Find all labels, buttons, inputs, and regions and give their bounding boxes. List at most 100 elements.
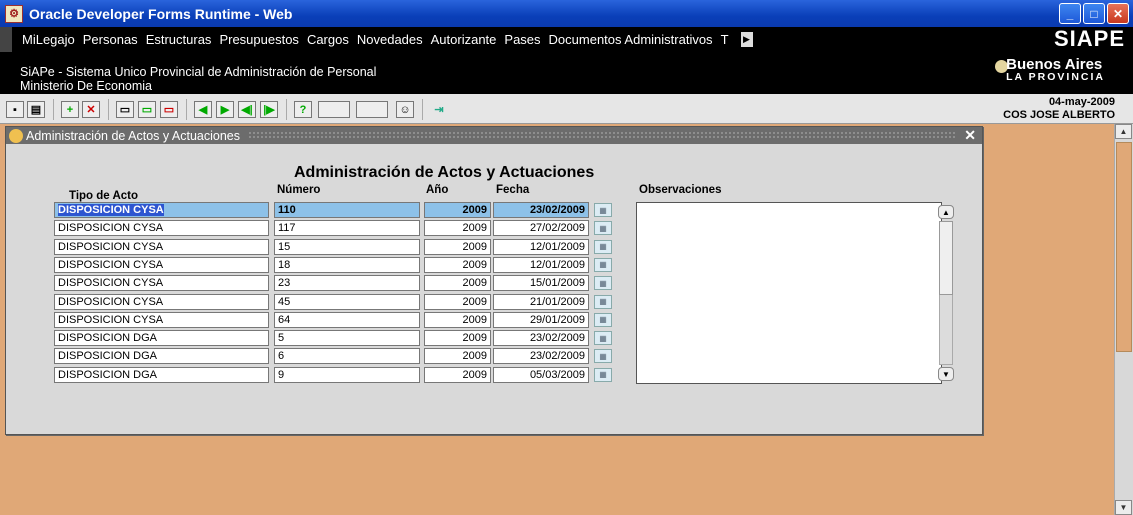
- anio-field[interactable]: 2009: [424, 220, 491, 237]
- numero-field[interactable]: 110: [274, 202, 420, 218]
- anio-field[interactable]: 2009: [424, 275, 491, 292]
- anio-field[interactable]: 2009: [424, 366, 491, 383]
- tipo-acto-field[interactable]: DISPOSICION CYSA: [54, 202, 269, 218]
- add-icon[interactable]: +: [61, 101, 79, 118]
- selected-text-highlight: DISPOSICION CYSA: [58, 204, 164, 216]
- exit-icon[interactable]: ⇥: [430, 101, 448, 118]
- menu-pases[interactable]: Pases: [504, 32, 540, 47]
- menu-autorizante[interactable]: Autorizante: [431, 32, 497, 47]
- menu-documentos-administrativos[interactable]: Documentos Administrativos: [549, 32, 713, 47]
- print-icon[interactable]: ▤: [27, 101, 45, 118]
- menu-scroll-left[interactable]: [0, 27, 12, 52]
- numero-field[interactable]: 23: [274, 275, 420, 292]
- calendar-icon[interactable]: ▦: [594, 276, 612, 291]
- toolbar-blank-button-2[interactable]: [356, 101, 388, 118]
- minimize-button[interactable]: _: [1059, 3, 1081, 24]
- column-header-numero: Número: [277, 184, 321, 196]
- numero-field[interactable]: 64: [274, 311, 420, 328]
- tipo-acto-field[interactable]: DISPOSICION CYSA: [54, 275, 269, 292]
- anio-field[interactable]: 2009: [424, 202, 491, 218]
- menu-estructuras[interactable]: Estructuras: [146, 32, 212, 47]
- menu-scroll-right-icon[interactable]: ▶: [740, 32, 753, 47]
- tipo-acto-field[interactable]: DISPOSICION CYSA: [54, 293, 269, 310]
- menu-truncated[interactable]: T: [721, 32, 729, 47]
- anio-field[interactable]: 2009: [424, 238, 491, 255]
- obs-scroll-up-icon[interactable]: ▲: [938, 205, 954, 219]
- fecha-field[interactable]: 27/02/2009: [493, 220, 589, 237]
- column-header-anio: Año: [426, 184, 449, 196]
- tipo-acto-field[interactable]: DISPOSICION CYSA: [54, 238, 269, 255]
- anio-field[interactable]: 2009: [424, 256, 491, 273]
- menu-presupuestos[interactable]: Presupuestos: [219, 32, 299, 47]
- anio-field[interactable]: 2009: [424, 311, 491, 328]
- first-record-icon[interactable]: ◀: [194, 101, 212, 118]
- numero-field[interactable]: 15: [274, 238, 420, 255]
- numero-field[interactable]: 6: [274, 348, 420, 365]
- scroll-down-icon[interactable]: ▼: [1115, 500, 1132, 515]
- cancel-query-icon[interactable]: ▭: [160, 101, 178, 118]
- save-icon[interactable]: ▪: [6, 101, 24, 118]
- tipo-acto-field[interactable]: DISPOSICION CYSA: [54, 220, 269, 237]
- calendar-icon[interactable]: ▦: [594, 203, 612, 217]
- maximize-button[interactable]: □: [1083, 3, 1105, 24]
- obs-scroll-down-icon[interactable]: ▼: [938, 367, 954, 381]
- observaciones-scrollbar[interactable]: ▲ ▼: [936, 205, 956, 381]
- delete-icon[interactable]: ✕: [82, 101, 100, 118]
- execute-query-icon[interactable]: ▭: [138, 101, 156, 118]
- anio-field[interactable]: 2009: [424, 348, 491, 365]
- numero-field[interactable]: 45: [274, 293, 420, 310]
- fecha-field[interactable]: 23/02/2009: [493, 202, 589, 218]
- workspace-scrollbar[interactable]: ▲ ▼: [1114, 124, 1133, 515]
- tipo-acto-field[interactable]: DISPOSICION DGA: [54, 330, 269, 347]
- previous-block-icon[interactable]: ◀|: [238, 101, 256, 118]
- fecha-field[interactable]: 12/01/2009: [493, 256, 589, 273]
- menu-cargos[interactable]: Cargos: [307, 32, 349, 47]
- tipo-acto-field[interactable]: DISPOSICION CYSA: [54, 311, 269, 328]
- fecha-field[interactable]: 21/01/2009: [493, 293, 589, 310]
- menu-milegajo[interactable]: MiLegajo: [22, 32, 75, 47]
- tipo-acto-field[interactable]: DISPOSICION CYSA: [54, 256, 269, 273]
- tipo-acto-field[interactable]: DISPOSICION DGA: [54, 348, 269, 365]
- window-titlebar: ⚙ Oracle Developer Forms Runtime - Web _…: [0, 0, 1133, 27]
- fecha-field[interactable]: 05/03/2009: [493, 366, 589, 383]
- fecha-field[interactable]: 23/02/2009: [493, 348, 589, 365]
- observaciones-textarea[interactable]: [636, 202, 942, 384]
- calendar-icon[interactable]: ▦: [594, 294, 612, 309]
- fecha-field[interactable]: 23/02/2009: [493, 330, 589, 347]
- anio-field[interactable]: 2009: [424, 293, 491, 310]
- fecha-field[interactable]: 29/01/2009: [493, 311, 589, 328]
- numero-field[interactable]: 117: [274, 220, 420, 237]
- calendar-icon[interactable]: ▦: [594, 367, 612, 382]
- anio-field[interactable]: 2009: [424, 330, 491, 347]
- toolbar-blank-button[interactable]: [318, 101, 350, 118]
- next-record-icon[interactable]: ▶: [216, 101, 234, 118]
- numero-field[interactable]: 5: [274, 330, 420, 347]
- logo-sub: LA PROVINCIA: [1006, 71, 1105, 83]
- obs-scroll-thumb[interactable]: [939, 221, 953, 295]
- workspace-scroll-thumb[interactable]: [1116, 142, 1132, 352]
- form-heading: Administración de Actos y Actuaciones: [294, 164, 595, 181]
- numero-field[interactable]: 18: [274, 256, 420, 273]
- help-icon[interactable]: ?: [294, 101, 312, 118]
- calendar-icon[interactable]: ▦: [594, 257, 612, 272]
- menu-novedades[interactable]: Novedades: [357, 32, 423, 47]
- scroll-up-icon[interactable]: ▲: [1115, 124, 1132, 139]
- menu-personas[interactable]: Personas: [83, 32, 138, 47]
- session-date: 04-may-2009: [1048, 96, 1115, 108]
- calendar-icon[interactable]: ▦: [594, 239, 612, 254]
- numero-field[interactable]: 9: [274, 366, 420, 383]
- fecha-field[interactable]: 12/01/2009: [493, 238, 589, 255]
- calendar-icon[interactable]: ▦: [594, 349, 612, 364]
- calendar-icon[interactable]: ▦: [594, 331, 612, 346]
- user-icon[interactable]: ☺: [396, 101, 414, 118]
- next-block-icon[interactable]: |▶: [260, 101, 278, 118]
- siape-brand: SIAPE: [1053, 26, 1125, 51]
- tipo-acto-field[interactable]: DISPOSICION DGA: [54, 366, 269, 383]
- calendar-icon[interactable]: ▦: [594, 221, 612, 236]
- close-button[interactable]: ✕: [1107, 3, 1129, 24]
- calendar-icon[interactable]: ▦: [594, 312, 612, 327]
- column-header-fecha: Fecha: [496, 184, 530, 196]
- query-icon[interactable]: ▭: [116, 101, 134, 118]
- fecha-field[interactable]: 15/01/2009: [493, 275, 589, 292]
- form-close-icon[interactable]: ✕: [964, 127, 976, 144]
